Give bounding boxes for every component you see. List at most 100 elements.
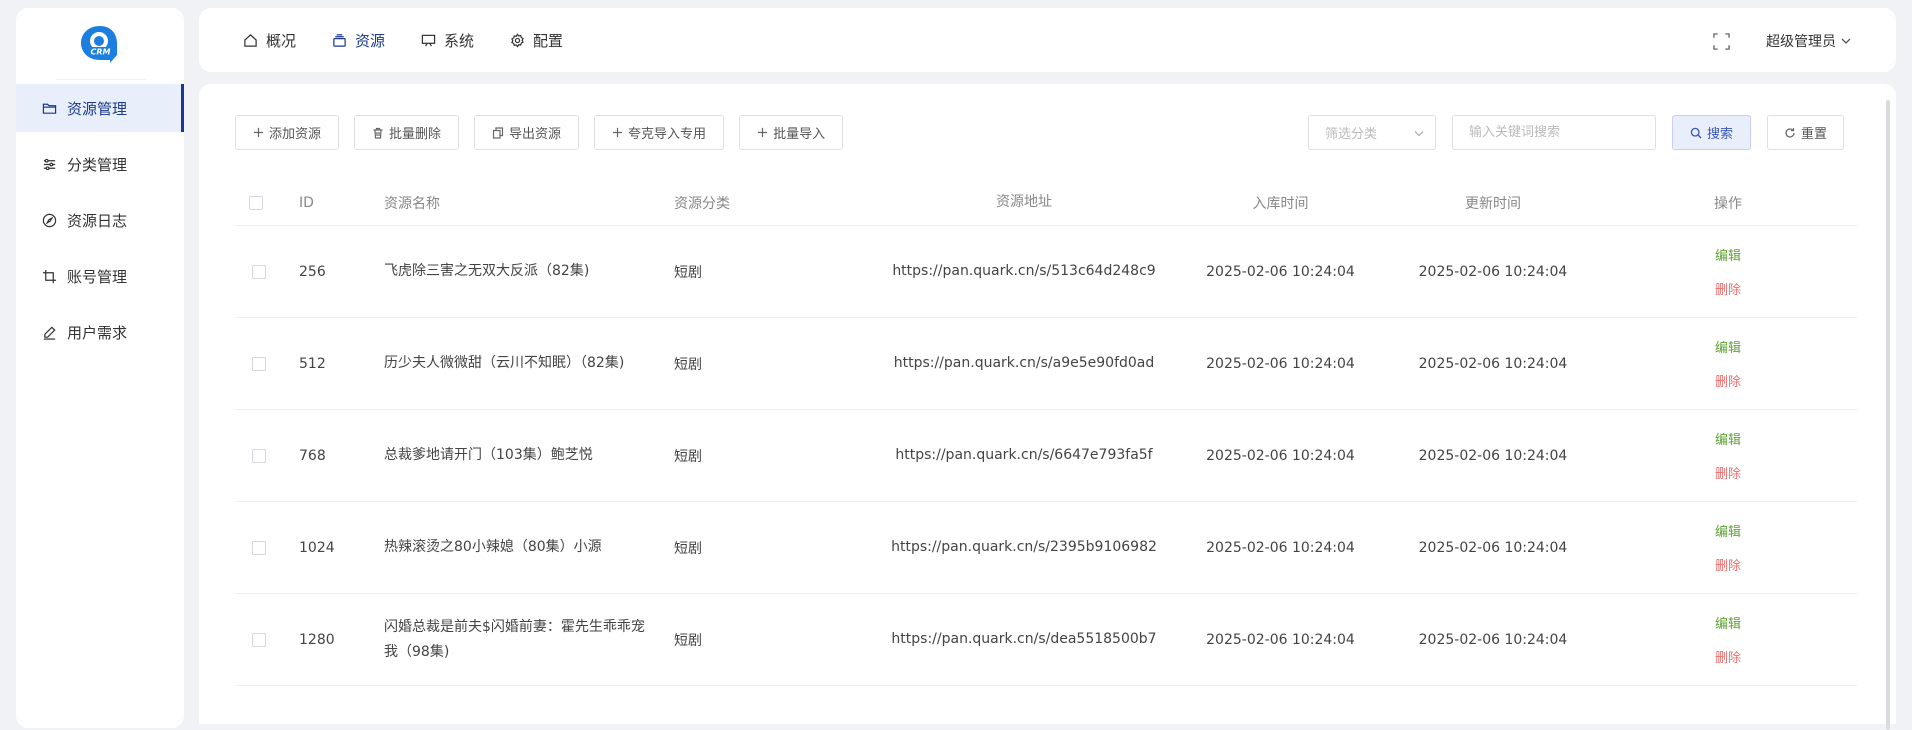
sidebar-item-resources[interactable]: 资源管理 bbox=[16, 84, 184, 132]
tab-resources[interactable]: 资源 bbox=[332, 30, 385, 51]
chevron-down-icon bbox=[1413, 127, 1425, 139]
reset-button[interactable]: 重置 bbox=[1767, 115, 1844, 150]
header-actions: 操作 bbox=[1714, 195, 1742, 212]
cell-url: https://pan.quark.cn/s/2395b9106982 bbox=[891, 539, 1157, 555]
button-label: 批量导入 bbox=[773, 127, 826, 142]
row-checkbox[interactable] bbox=[252, 540, 266, 555]
cell-url: https://pan.quark.cn/s/513c64d248c9 bbox=[892, 263, 1156, 279]
top-bar: 概况 资源 系统 配置 超级管理员 bbox=[199, 8, 1896, 72]
export-resource-button[interactable]: 导出资源 bbox=[474, 115, 580, 150]
folder-icon bbox=[42, 101, 57, 116]
keyword-search-input[interactable] bbox=[1452, 115, 1656, 150]
delete-link[interactable]: 删除 bbox=[1715, 555, 1741, 574]
cell-category: 短剧 bbox=[674, 632, 702, 649]
sidebar-item-requests[interactable]: 用户需求 bbox=[16, 308, 184, 356]
cell-name: 飞虎除三害之无双大反派（82集) bbox=[384, 263, 590, 279]
svg-text:CRM: CRM bbox=[91, 48, 111, 57]
button-label: 导出资源 bbox=[509, 127, 562, 142]
cell-name: 闪婚总裁是前夫$闪婚前妻：霍先生乖乖宠我（98集) bbox=[384, 618, 645, 660]
sidebar-item-label: 资源管理 bbox=[67, 99, 128, 118]
row-checkbox[interactable] bbox=[252, 264, 266, 279]
tab-label: 配置 bbox=[533, 31, 564, 50]
delete-link[interactable]: 删除 bbox=[1715, 279, 1741, 298]
cell-category: 短剧 bbox=[674, 356, 702, 373]
crop-icon bbox=[42, 269, 57, 284]
compass-icon bbox=[42, 213, 57, 228]
button-label: 添加资源 bbox=[269, 127, 322, 142]
edit-link[interactable]: 编辑 bbox=[1715, 337, 1741, 356]
search-button[interactable]: 搜索 bbox=[1672, 115, 1751, 150]
sidebar-item-label: 资源日志 bbox=[67, 211, 128, 230]
row-checkbox[interactable] bbox=[252, 356, 266, 371]
plus-icon bbox=[253, 127, 264, 138]
tab-system[interactable]: 系统 bbox=[421, 30, 474, 51]
sidebar-item-categories[interactable]: 分类管理 bbox=[16, 140, 184, 188]
edit-link[interactable]: 编辑 bbox=[1715, 245, 1741, 264]
row-checkbox[interactable] bbox=[252, 448, 266, 463]
cell-url: https://pan.quark.cn/s/dea5518500b7 bbox=[891, 631, 1157, 647]
cell-id: 1024 bbox=[299, 539, 335, 556]
cell-name: 热辣滚烫之80小辣媳（80集）小源 bbox=[384, 539, 602, 555]
scrollbar[interactable] bbox=[1886, 100, 1890, 730]
delete-link[interactable]: 删除 bbox=[1715, 463, 1741, 482]
row-checkbox[interactable] bbox=[252, 632, 266, 647]
category-filter-select[interactable]: 筛选分类 bbox=[1308, 115, 1436, 150]
header-created: 入库时间 bbox=[1252, 195, 1309, 212]
edit-link[interactable]: 编辑 bbox=[1715, 521, 1741, 540]
sidebar-item-logs[interactable]: 资源日志 bbox=[16, 196, 184, 244]
copy-icon bbox=[492, 126, 504, 139]
cell-created: 2025-02-06 10:24:04 bbox=[1206, 263, 1355, 280]
cell-url: https://pan.quark.cn/s/6647e793fa5f bbox=[895, 447, 1153, 463]
cell-category: 短剧 bbox=[674, 540, 702, 557]
main-panel: 添加资源 批量删除 导出资源 夸克导入专用 批量导入 筛选分类 搜索 bbox=[199, 84, 1896, 730]
tab-label: 资源 bbox=[355, 31, 386, 50]
cell-updated: 2025-02-06 10:24:04 bbox=[1418, 355, 1568, 372]
select-placeholder: 筛选分类 bbox=[1325, 127, 1378, 142]
top-nav: 概况 资源 系统 配置 bbox=[243, 8, 563, 72]
table-row: 768 总裁爹地请开门（103集）鲍芝悦 短剧 https://pan.quar… bbox=[235, 410, 1857, 502]
cell-updated: 2025-02-06 10:24:04 bbox=[1418, 447, 1568, 464]
user-menu[interactable]: 超级管理员 bbox=[1766, 31, 1852, 51]
edit-link[interactable]: 编辑 bbox=[1715, 613, 1741, 632]
table-row: 1024 热辣滚烫之80小辣媳（80集）小源 短剧 https://pan.qu… bbox=[235, 502, 1857, 594]
batch-delete-button[interactable]: 批量删除 bbox=[354, 115, 460, 150]
sidebar-item-label: 用户需求 bbox=[67, 323, 128, 342]
cell-created: 2025-02-06 10:24:04 bbox=[1206, 539, 1355, 556]
table-header: ID 资源名称 资源分类 资源地址 入库时间 更新时间 操作 bbox=[235, 180, 1857, 226]
batch-import-button[interactable]: 批量导入 bbox=[739, 115, 844, 150]
logo-divider bbox=[56, 79, 146, 80]
quark-import-button[interactable]: 夸克导入专用 bbox=[594, 115, 725, 150]
cell-updated: 2025-02-06 10:24:04 bbox=[1418, 539, 1568, 556]
delete-link[interactable]: 删除 bbox=[1715, 371, 1741, 390]
table-row: 256 飞虎除三害之无双大反派（82集) 短剧 https://pan.quar… bbox=[235, 226, 1857, 318]
cell-id: 256 bbox=[299, 263, 326, 280]
resource-table: ID 资源名称 资源分类 资源地址 入库时间 更新时间 操作 256 飞虎除三害… bbox=[235, 180, 1857, 686]
pen-icon bbox=[42, 325, 57, 340]
table-row: 512 历少夫人微微甜（云川不知眠）（82集) 短剧 https://pan.q… bbox=[235, 318, 1857, 410]
tab-label: 概况 bbox=[266, 31, 297, 50]
gear-icon bbox=[510, 32, 525, 48]
sliders-icon bbox=[42, 157, 57, 172]
header-category: 资源分类 bbox=[674, 195, 730, 212]
edit-link[interactable]: 编辑 bbox=[1715, 429, 1741, 448]
button-label: 搜索 bbox=[1706, 127, 1733, 142]
delete-link[interactable]: 删除 bbox=[1715, 647, 1741, 666]
action-toolbar: 添加资源 批量删除 导出资源 夸克导入专用 批量导入 bbox=[235, 115, 844, 150]
add-resource-button[interactable]: 添加资源 bbox=[235, 115, 340, 150]
search-icon bbox=[1690, 127, 1702, 139]
cell-created: 2025-02-06 10:24:04 bbox=[1206, 447, 1355, 464]
crm-logo: CRM bbox=[79, 24, 121, 64]
tab-overview[interactable]: 概况 bbox=[243, 30, 296, 51]
cell-url: https://pan.quark.cn/s/a9e5e90fd0ad bbox=[893, 355, 1155, 371]
button-label: 重置 bbox=[1800, 127, 1827, 142]
sidebar-item-label: 账号管理 bbox=[67, 267, 128, 286]
sidebar-item-accounts[interactable]: 账号管理 bbox=[16, 252, 184, 300]
select-all-checkbox[interactable] bbox=[249, 195, 263, 210]
tab-config[interactable]: 配置 bbox=[510, 30, 563, 51]
cell-id: 1280 bbox=[299, 631, 335, 648]
button-label: 夸克导入专用 bbox=[628, 127, 707, 142]
fullscreen-icon[interactable] bbox=[1713, 32, 1730, 50]
table-row: 1280 闪婚总裁是前夫$闪婚前妻：霍先生乖乖宠我（98集) 短剧 https:… bbox=[235, 594, 1857, 686]
plus-icon bbox=[612, 127, 623, 138]
header-url: 资源地址 bbox=[996, 194, 1052, 210]
